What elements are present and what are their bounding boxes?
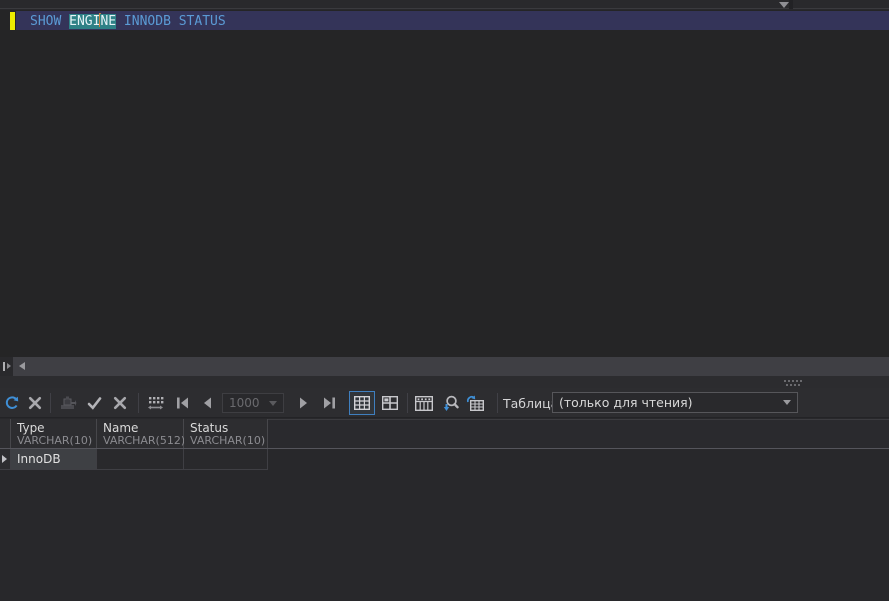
- sql-text: SHOW: [30, 14, 69, 29]
- last-page-icon: [323, 397, 336, 409]
- fetch-rows-icon: [147, 396, 164, 411]
- dropdown-arrow-icon: [269, 401, 277, 406]
- dropdown-arrow-icon[interactable]: [779, 2, 789, 8]
- toolbar-separator: [497, 393, 498, 413]
- pane-divider-strip: [0, 376, 889, 388]
- toolbar-separator: [50, 393, 51, 413]
- splitter-icon: [3, 362, 5, 371]
- page-size-combobox[interactable]: 1000: [222, 393, 284, 413]
- first-page-button[interactable]: [171, 388, 193, 418]
- sql-selected-text: ENGI: [69, 14, 100, 29]
- search-button[interactable]: [438, 388, 462, 418]
- stop-button[interactable]: [25, 388, 45, 418]
- toolbar-separator: [407, 393, 408, 413]
- grid-cell-type[interactable]: InnoDB: [11, 449, 97, 470]
- column-header-type[interactable]: Type VARCHAR(10): [11, 419, 97, 448]
- column-datatype: VARCHAR(10): [17, 435, 96, 447]
- card-view-button[interactable]: [377, 388, 403, 418]
- column-name: Type: [17, 421, 96, 435]
- first-page-icon: [176, 397, 189, 409]
- sql-text: INNODB STATUS: [116, 14, 226, 29]
- scroll-left-arrow-icon[interactable]: [19, 362, 25, 370]
- grid-cell-name[interactable]: [97, 449, 184, 470]
- sql-statement-line[interactable]: SHOW ENGINE INNODB STATUS: [30, 13, 226, 29]
- table-mode-combobox[interactable]: (только для чтения): [552, 392, 798, 413]
- commit-button[interactable]: [56, 388, 80, 418]
- grid-cell-status[interactable]: [184, 449, 268, 470]
- sql-client-window: SHOW ENGINE INNODB STATUS: [0, 0, 889, 601]
- sql-editor[interactable]: SHOW ENGINE INNODB STATUS: [0, 10, 889, 357]
- last-page-button[interactable]: [318, 388, 340, 418]
- row-indicator-header: [0, 419, 11, 448]
- cancel-icon: [113, 396, 127, 410]
- editor-horizontal-scrollbar[interactable]: [0, 357, 889, 376]
- fetch-all-rows-button[interactable]: [144, 388, 166, 418]
- change-tracking-bar: [10, 12, 15, 30]
- top-toolbar-strip: [0, 0, 889, 9]
- grid-view-icon: [354, 396, 370, 410]
- column-datatype: VARCHAR(512): [103, 435, 183, 447]
- table-label: Таблица: [503, 388, 558, 418]
- sql-selected-text: NE: [100, 14, 116, 29]
- auto-refresh-grid-button[interactable]: [463, 388, 487, 418]
- splitter-icon: [7, 363, 11, 369]
- column-name: Name: [103, 421, 183, 435]
- apply-changes-button[interactable]: [83, 388, 105, 418]
- apply-icon: [87, 396, 102, 410]
- search-icon: [441, 395, 459, 412]
- grid-view-button[interactable]: [349, 391, 375, 415]
- commit-icon: [59, 395, 77, 411]
- refresh-button[interactable]: [2, 388, 22, 418]
- cell-value: InnoDB: [17, 452, 61, 466]
- dropdown-arrow-icon: [783, 400, 791, 405]
- current-row-indicator: [0, 449, 11, 470]
- next-page-icon: [299, 397, 309, 409]
- export-grid-icon: [466, 395, 484, 411]
- toolbar-separator: [138, 393, 139, 413]
- column-header-status[interactable]: Status VARCHAR(10): [184, 419, 268, 448]
- refresh-icon: [4, 395, 20, 411]
- column-view-icon: [415, 396, 433, 411]
- prev-page-button[interactable]: [197, 388, 217, 418]
- toolbar-divider: [789, 0, 793, 9]
- results-toolbar: 1000: [0, 388, 889, 418]
- column-name: Status: [190, 421, 267, 435]
- column-header-name[interactable]: Name VARCHAR(512): [97, 419, 184, 448]
- next-page-button[interactable]: [294, 388, 314, 418]
- prev-page-icon: [202, 397, 212, 409]
- drag-grip-icon[interactable]: [784, 380, 786, 382]
- column-datatype: VARCHAR(10): [190, 435, 267, 447]
- table-mode-value: (только для чтения): [553, 395, 783, 410]
- card-view-icon: [382, 396, 398, 410]
- row-arrow-icon: [2, 455, 7, 463]
- page-size-value: 1000: [223, 396, 269, 410]
- column-view-button[interactable]: [412, 388, 436, 418]
- cancel-changes-button[interactable]: [109, 388, 131, 418]
- stop-icon: [28, 396, 42, 410]
- editor-splitter-handle[interactable]: [0, 357, 13, 376]
